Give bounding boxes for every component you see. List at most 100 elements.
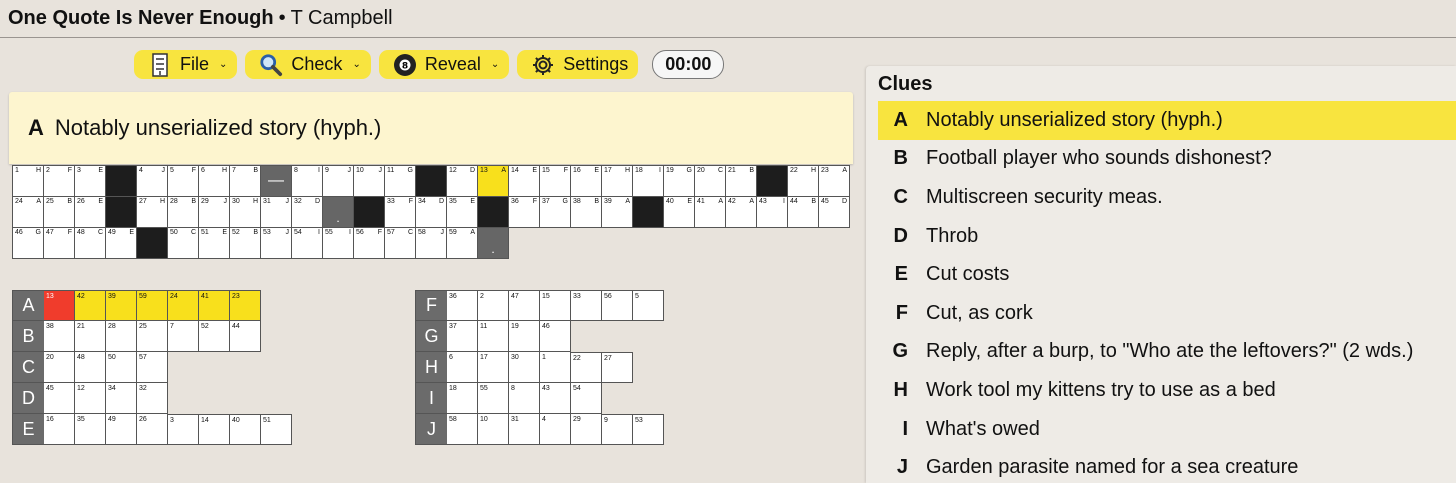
clue-item-i[interactable]: I What's owed — [878, 410, 1456, 449]
quote-cell[interactable]: 10 J — [354, 166, 385, 197]
word-cell[interactable]: 25 — [137, 321, 168, 352]
quote-cell[interactable]: 34 D — [416, 197, 447, 228]
quote-cell[interactable]: 18 I — [633, 166, 664, 197]
word-cell[interactable]: 52 — [199, 321, 230, 352]
word-label[interactable]: A — [12, 290, 44, 321]
word-cell[interactable]: 28 — [106, 321, 137, 352]
word-label[interactable]: H — [415, 352, 447, 383]
quote-cell[interactable]: 25 B — [44, 197, 75, 228]
quote-cell[interactable]: 47 F — [44, 228, 75, 259]
word-cell[interactable]: 57 — [137, 352, 168, 383]
word-cell[interactable]: 48 — [75, 352, 106, 383]
quote-cell[interactable]: 5F — [168, 166, 199, 197]
word-cell[interactable]: 23 — [230, 290, 261, 321]
word-cell[interactable]: 24 — [168, 290, 199, 321]
quote-cell[interactable]: 26 E — [75, 197, 106, 228]
word-cell[interactable]: 21 — [75, 321, 106, 352]
word-cell[interactable]: 20 — [44, 352, 75, 383]
word-cell[interactable]: 33 — [571, 290, 602, 321]
quote-cell[interactable]: 23 A — [819, 166, 850, 197]
quote-cell[interactable]: 56 F — [354, 228, 385, 259]
word-cell[interactable]: 13 — [44, 290, 75, 321]
clue-item-f[interactable]: F Cut, as cork — [878, 294, 1456, 333]
quote-cell[interactable]: 43 I — [757, 197, 788, 228]
word-cell[interactable]: 36 — [447, 290, 478, 321]
quote-cell[interactable]: 59 A — [447, 228, 478, 259]
word-label[interactable]: G — [415, 321, 447, 352]
quote-cell[interactable]: 3E — [75, 166, 106, 197]
quote-cell[interactable]: 46 G — [13, 228, 44, 259]
quote-cell[interactable]: 8I — [292, 166, 323, 197]
clue-item-e[interactable]: E Cut costs — [878, 255, 1456, 294]
word-cell[interactable]: 51 — [261, 414, 292, 445]
word-cell[interactable]: 8 — [509, 383, 540, 414]
quote-cell[interactable]: 57 C — [385, 228, 416, 259]
word-label[interactable]: C — [12, 352, 44, 383]
quote-cell[interactable]: 33 F — [385, 197, 416, 228]
word-cell[interactable]: 16 — [44, 414, 75, 445]
quote-cell[interactable]: 12 D — [447, 166, 478, 197]
word-cell[interactable]: 34 — [106, 383, 137, 414]
quote-cell[interactable]: 55 I — [323, 228, 354, 259]
quote-cell[interactable]: 24 A — [13, 197, 44, 228]
quote-cell[interactable]: 48 C — [75, 228, 106, 259]
word-label[interactable]: D — [12, 383, 44, 414]
quote-cell[interactable]: 20 C — [695, 166, 726, 197]
word-cell[interactable]: 35 — [75, 414, 106, 445]
word-cell[interactable]: 45 — [44, 383, 75, 414]
word-cell[interactable]: 38 — [44, 321, 75, 352]
word-cell[interactable]: 47 — [509, 290, 540, 321]
word-cell[interactable]: 42 — [75, 290, 106, 321]
word-cell[interactable]: 1 — [540, 352, 571, 383]
word-cell[interactable]: 49 — [106, 414, 137, 445]
quote-cell[interactable]: 21 B — [726, 166, 757, 197]
quote-cell[interactable]: 32 D — [292, 197, 323, 228]
quote-cell[interactable]: 38 B — [571, 197, 602, 228]
word-cell[interactable]: 17 — [478, 352, 509, 383]
word-cell[interactable]: 10 — [478, 414, 509, 445]
quote-cell[interactable]: 4J — [137, 166, 168, 197]
quote-cell[interactable]: 15 F — [540, 166, 571, 197]
word-cell[interactable]: 18 — [447, 383, 478, 414]
quote-cell[interactable]: 1H — [13, 166, 44, 197]
word-cell[interactable]: 12 — [75, 383, 106, 414]
quote-cell[interactable]: 53 J — [261, 228, 292, 259]
quote-cell[interactable]: 44 B — [788, 197, 819, 228]
word-cell[interactable]: 6 — [447, 352, 478, 383]
word-cell[interactable]: 56 — [602, 290, 633, 321]
settings-button[interactable]: Settings — [517, 50, 639, 79]
quote-cell[interactable]: 28 B — [168, 197, 199, 228]
word-cell[interactable]: 3 — [168, 414, 199, 445]
word-label[interactable]: J — [415, 414, 447, 445]
quote-cell[interactable]: 17 H — [602, 166, 633, 197]
word-cell[interactable]: 26 — [137, 414, 168, 445]
quote-cell[interactable]: 29 J — [199, 197, 230, 228]
word-cell[interactable]: 9 — [602, 414, 633, 445]
word-cell[interactable]: 19 — [509, 321, 540, 352]
timer[interactable]: 00:00 — [652, 50, 725, 79]
quote-cell[interactable]: 14 E — [509, 166, 540, 197]
reveal-button[interactable]: 8 Reveal ⌄ — [378, 50, 510, 79]
quote-cell[interactable]: 58 J — [416, 228, 447, 259]
word-cell[interactable]: 41 — [199, 290, 230, 321]
word-cell[interactable]: 5 — [633, 290, 664, 321]
quote-cell[interactable]: 11 G — [385, 166, 416, 197]
quote-cell[interactable]: 50 C — [168, 228, 199, 259]
quote-cell[interactable]: 37 G — [540, 197, 571, 228]
quote-cell[interactable]: 36 F — [509, 197, 540, 228]
word-cell[interactable]: 27 — [602, 352, 633, 383]
check-button[interactable]: Check ⌄ — [245, 50, 371, 79]
word-cell[interactable]: 53 — [633, 414, 664, 445]
quote-cell[interactable]: 2F — [44, 166, 75, 197]
clue-item-g[interactable]: G Reply, after a burp, to "Who ate the le… — [878, 333, 1456, 372]
word-label[interactable]: E — [12, 414, 44, 445]
quote-cell[interactable]: 31 J — [261, 197, 292, 228]
clue-item-a[interactable]: A Notably unserialized story (hyph.) — [878, 101, 1456, 140]
clue-item-h[interactable]: H Work tool my kittens try to use as a be… — [878, 371, 1456, 410]
word-cell[interactable]: 29 — [571, 414, 602, 445]
word-cell[interactable]: 30 — [509, 352, 540, 383]
quote-cell[interactable]: 13 A — [478, 166, 509, 197]
clue-item-b[interactable]: B Football player who sounds dishonest? — [878, 140, 1456, 179]
word-cell[interactable]: 7 — [168, 321, 199, 352]
clue-item-d[interactable]: D Throb — [878, 217, 1456, 256]
